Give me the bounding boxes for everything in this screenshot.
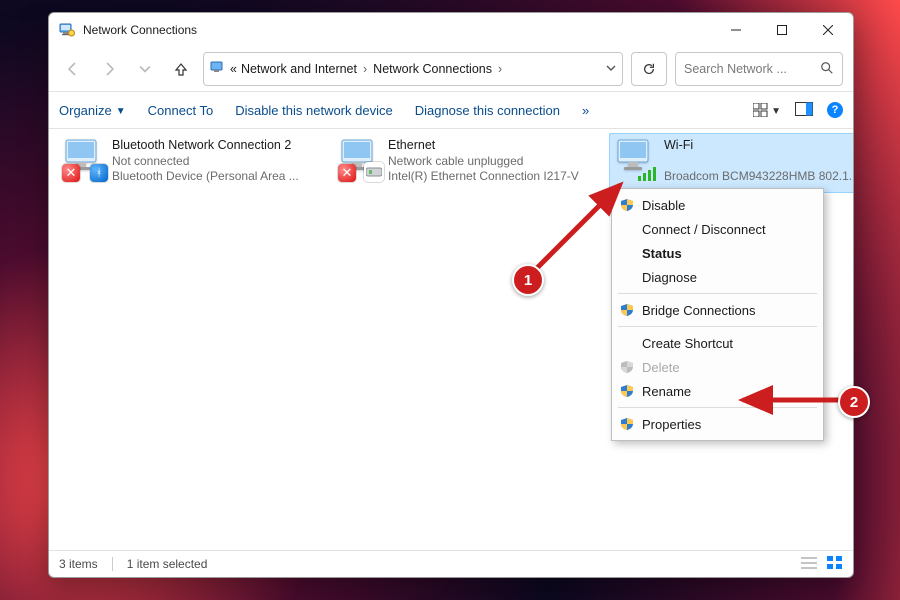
menu-item-label: Bridge Connections (642, 303, 755, 318)
adapter-status: Not connected (112, 154, 299, 169)
up-button[interactable] (167, 55, 195, 83)
context-menu-item[interactable]: Properties (612, 412, 823, 436)
menu-item-label: Connect / Disconnect (642, 222, 766, 237)
breadcrumb-part[interactable]: Network and Internet (241, 62, 357, 76)
address-bar[interactable]: « Network and Internet › Network Connect… (203, 52, 623, 86)
context-menu-item[interactable]: Disable (612, 193, 823, 217)
window-title: Network Connections (83, 23, 197, 37)
context-menu-item[interactable]: Diagnose (612, 265, 823, 289)
adapter-icon: ✕ ᚼ (64, 138, 106, 180)
menu-separator (618, 293, 817, 294)
menu-item-label: Rename (642, 384, 691, 399)
annotation-arrow (738, 390, 848, 410)
maximize-button[interactable] (759, 15, 805, 45)
organize-menu[interactable]: Organize ▼ (59, 103, 126, 118)
status-divider (112, 557, 113, 571)
chevron-down-icon: ▼ (116, 106, 126, 117)
context-menu-item[interactable]: Bridge Connections (612, 298, 823, 322)
adapter-name: Wi-Fi (664, 138, 853, 154)
minimize-button[interactable] (713, 15, 759, 45)
chevron-right-icon: › (361, 62, 369, 76)
forward-button[interactable] (95, 55, 123, 83)
chevron-right-icon: › (496, 62, 504, 76)
back-button[interactable] (59, 55, 87, 83)
disable-device-button[interactable]: Disable this network device (235, 103, 393, 118)
adapter-device: Bluetooth Device (Personal Area ... (112, 169, 299, 184)
wifi-signal-icon (638, 164, 660, 182)
title-bar: Network Connections (49, 13, 853, 47)
shield-icon (620, 417, 634, 431)
command-bar: Organize ▼ Connect To Disable this netwo… (49, 91, 853, 129)
network-adapter-item[interactable]: Wi-Fi Broadcom BCM943228HMB 802.1... (609, 133, 853, 193)
shield-icon (620, 384, 634, 398)
adapter-texts: Bluetooth Network Connection 2 Not conne… (112, 138, 299, 188)
menu-item-label: Create Shortcut (642, 336, 733, 351)
window-icon (59, 22, 75, 38)
connect-to-button[interactable]: Connect To (148, 103, 214, 118)
recent-locations-button[interactable] (131, 55, 159, 83)
large-icons-view-icon[interactable] (827, 556, 843, 573)
menu-item-label: Diagnose (642, 270, 697, 285)
navigation-row: « Network and Internet › Network Connect… (49, 47, 853, 91)
close-button[interactable] (805, 15, 851, 45)
error-overlay-icon: ✕ (62, 164, 80, 182)
adapter-list: ✕ ᚼ Bluetooth Network Connection 2 Not c… (57, 133, 853, 193)
adapter-status: Network cable unplugged (388, 154, 579, 169)
adapter-name: Bluetooth Network Connection 2 (112, 138, 299, 154)
context-menu-item[interactable]: Create Shortcut (612, 331, 823, 355)
details-view-icon[interactable] (801, 556, 817, 573)
adapter-texts: Wi-Fi Broadcom BCM943228HMB 802.1... (664, 138, 853, 188)
bluetooth-icon: ᚼ (90, 164, 108, 182)
error-overlay-icon: ✕ (338, 164, 356, 182)
adapter-status (664, 154, 853, 169)
adapter-name: Ethernet (388, 138, 579, 154)
refresh-button[interactable] (631, 52, 667, 86)
breadcrumb-prefix: « (230, 62, 237, 76)
menu-item-label: Status (642, 246, 682, 261)
annotation-badge-1: 1 (512, 264, 544, 296)
context-menu-item: Delete (612, 355, 823, 379)
menu-item-label: Properties (642, 417, 701, 432)
search-input[interactable]: Search Network ... (675, 52, 843, 86)
overflow-button[interactable]: » (582, 103, 589, 118)
diagnose-connection-button[interactable]: Diagnose this connection (415, 103, 560, 118)
menu-item-label: Disable (642, 198, 685, 213)
status-item-count: 3 items (59, 557, 98, 571)
breadcrumb-part[interactable]: Network Connections (373, 62, 492, 76)
search-placeholder: Search Network ... (684, 62, 787, 76)
ethernet-icon (364, 162, 384, 182)
preview-pane-button[interactable] (795, 102, 813, 119)
chevron-down-icon[interactable] (606, 62, 616, 76)
adapter-icon (616, 138, 658, 180)
shield-icon (620, 360, 634, 374)
menu-item-label: Delete (642, 360, 680, 375)
shield-icon (620, 303, 634, 317)
context-menu-item[interactable]: Connect / Disconnect (612, 217, 823, 241)
search-icon (820, 61, 834, 78)
adapter-icon: ✕ (340, 138, 382, 180)
view-options-button[interactable]: ▼ (753, 103, 781, 117)
address-icon (210, 60, 226, 79)
network-adapter-item[interactable]: ✕ ᚼ Bluetooth Network Connection 2 Not c… (57, 133, 321, 193)
status-selected-count: 1 item selected (127, 557, 208, 571)
status-bar: 3 items 1 item selected (49, 550, 853, 577)
context-menu-item[interactable]: Status (612, 241, 823, 265)
annotation-badge-2: 2 (838, 386, 870, 418)
menu-separator (618, 326, 817, 327)
help-button[interactable]: ? (827, 102, 843, 118)
adapter-device: Broadcom BCM943228HMB 802.1... (664, 169, 853, 184)
